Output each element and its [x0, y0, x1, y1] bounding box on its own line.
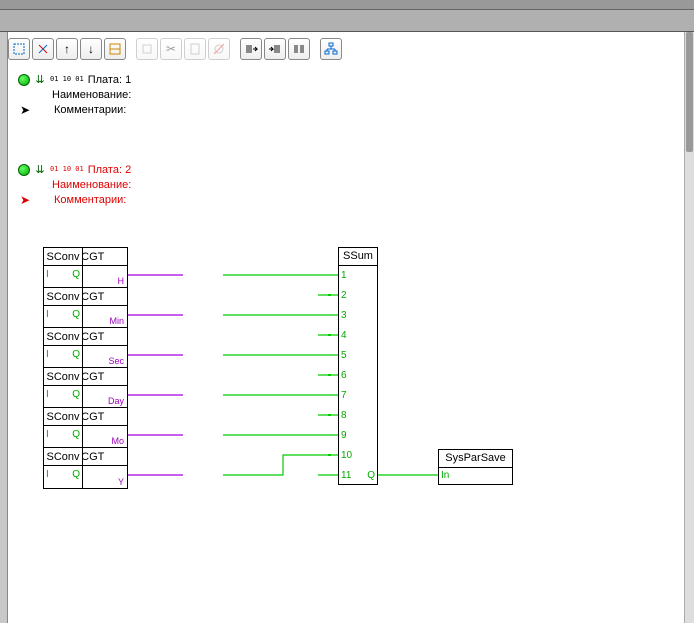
window-titlebar	[0, 0, 694, 10]
rtcgt-pin-out: Y	[118, 477, 124, 487]
sysparsave-block[interactable]: SysParSave In	[438, 449, 513, 485]
board-2-header: ⇊ 01 10 01 Плата: 2 Наименование: ➤ Комм…	[18, 162, 131, 207]
rtcgt-pin-out: Day	[108, 396, 124, 406]
tool-cut-icon: ✂	[160, 38, 182, 60]
sconv-row-title: SConv	[44, 368, 82, 386]
sconv-row-title: SConv	[44, 448, 82, 466]
sysparsave-header: SysParSave	[439, 450, 512, 468]
ssum-pin: 6	[341, 370, 347, 381]
status-dot-icon	[18, 164, 30, 176]
sconv-pin-in: I	[46, 309, 49, 320]
sconv-pin-in: I	[46, 269, 49, 280]
vertical-scrollbar[interactable]	[684, 32, 694, 623]
board-name-label: Наименование:	[52, 179, 131, 191]
ssum-pin: 1	[341, 270, 347, 281]
tool-up-icon[interactable]: ↑	[56, 38, 78, 60]
sconv-row-title: SConv	[44, 408, 82, 426]
board-1-header: ⇊ 01 10 01 Плата: 1 Наименование: ➤ Комм…	[18, 72, 131, 117]
board-title: Плата: 1	[88, 74, 131, 86]
ruler-bar	[0, 10, 694, 32]
ssum-pin: 11	[341, 470, 351, 481]
cursor-icon: ➤	[18, 193, 32, 207]
rtcgt-pin-out: Min	[109, 316, 124, 326]
ssum-pin: 10	[341, 450, 352, 461]
bits-icon: 01 10 01	[50, 77, 84, 82]
ssum-pin: 4	[341, 330, 347, 341]
tool-paste-icon	[184, 38, 206, 60]
tool-select-icon[interactable]	[8, 38, 30, 60]
sconv-block[interactable]: SConv I Q SConv I Q SConv I Q SConv I Q SConv I…	[43, 247, 83, 489]
down-arrows-icon: ⇊	[34, 163, 46, 177]
tool-tree-icon[interactable]	[320, 38, 342, 60]
sconv-pin-out: Q	[72, 309, 80, 320]
ssum-pin: 8	[341, 410, 347, 421]
bits-icon: 01 10 01	[50, 167, 84, 172]
tool-block-icon[interactable]	[104, 38, 126, 60]
sconv-pin-in: I	[46, 429, 49, 440]
board-title: Плата: 2	[88, 164, 131, 176]
ssum-block[interactable]: SSum 1 2 3 4 5 6 7 8 9 10 11 Q	[338, 247, 378, 485]
board-name-label: Наименование:	[52, 89, 131, 101]
sconv-pin-in: I	[46, 389, 49, 400]
tool-import-icon[interactable]	[264, 38, 286, 60]
ssum-pin: 5	[341, 350, 347, 361]
tool-export-icon[interactable]	[240, 38, 262, 60]
scroll-thumb[interactable]	[686, 32, 693, 152]
diagram-canvas[interactable]: ⇊ 01 10 01 Плата: 1 Наименование: ➤ Комм…	[8, 62, 684, 613]
board-comment-label: Комментарии:	[54, 194, 126, 206]
ssum-pin-out: Q	[367, 470, 375, 481]
sconv-row-title: SConv	[44, 288, 82, 306]
down-arrows-icon: ⇊	[34, 73, 46, 87]
ssum-pin: 7	[341, 390, 347, 401]
sconv-header: SConv	[44, 248, 82, 266]
sconv-pin-in: I	[46, 469, 49, 480]
status-dot-icon	[18, 74, 30, 86]
left-gutter	[0, 32, 8, 623]
sconv-pin-in: I	[46, 349, 49, 360]
tool-down-icon[interactable]: ↓	[80, 38, 102, 60]
sconv-pin-out: Q	[72, 429, 80, 440]
tool-copy-icon	[136, 38, 158, 60]
ssum-header: SSum	[339, 248, 377, 266]
sconv-row-title: SConv	[44, 328, 82, 346]
sconv-pin-out: Q	[72, 349, 80, 360]
rtcgt-pin-out: H	[118, 276, 125, 286]
cursor-icon: ➤	[18, 103, 32, 117]
toolbar: ↑ ↓ ✂	[0, 32, 694, 66]
sysparsave-pin-in: In	[441, 470, 449, 481]
tool-library-icon[interactable]	[288, 38, 310, 60]
ssum-pin: 3	[341, 310, 347, 321]
rtcgt-pin-out: Mo	[111, 436, 124, 446]
ssum-pin: 2	[341, 290, 347, 301]
sconv-pin-out: Q	[72, 269, 80, 280]
rtcgt-pin-out: Sec	[108, 356, 124, 366]
tool-hide-icon	[208, 38, 230, 60]
sconv-pin-out: Q	[72, 389, 80, 400]
board-comment-label: Комментарии:	[54, 104, 126, 116]
ssum-pin: 9	[341, 430, 347, 441]
sconv-pin-out: Q	[72, 469, 80, 480]
tool-connector-icon[interactable]	[32, 38, 54, 60]
